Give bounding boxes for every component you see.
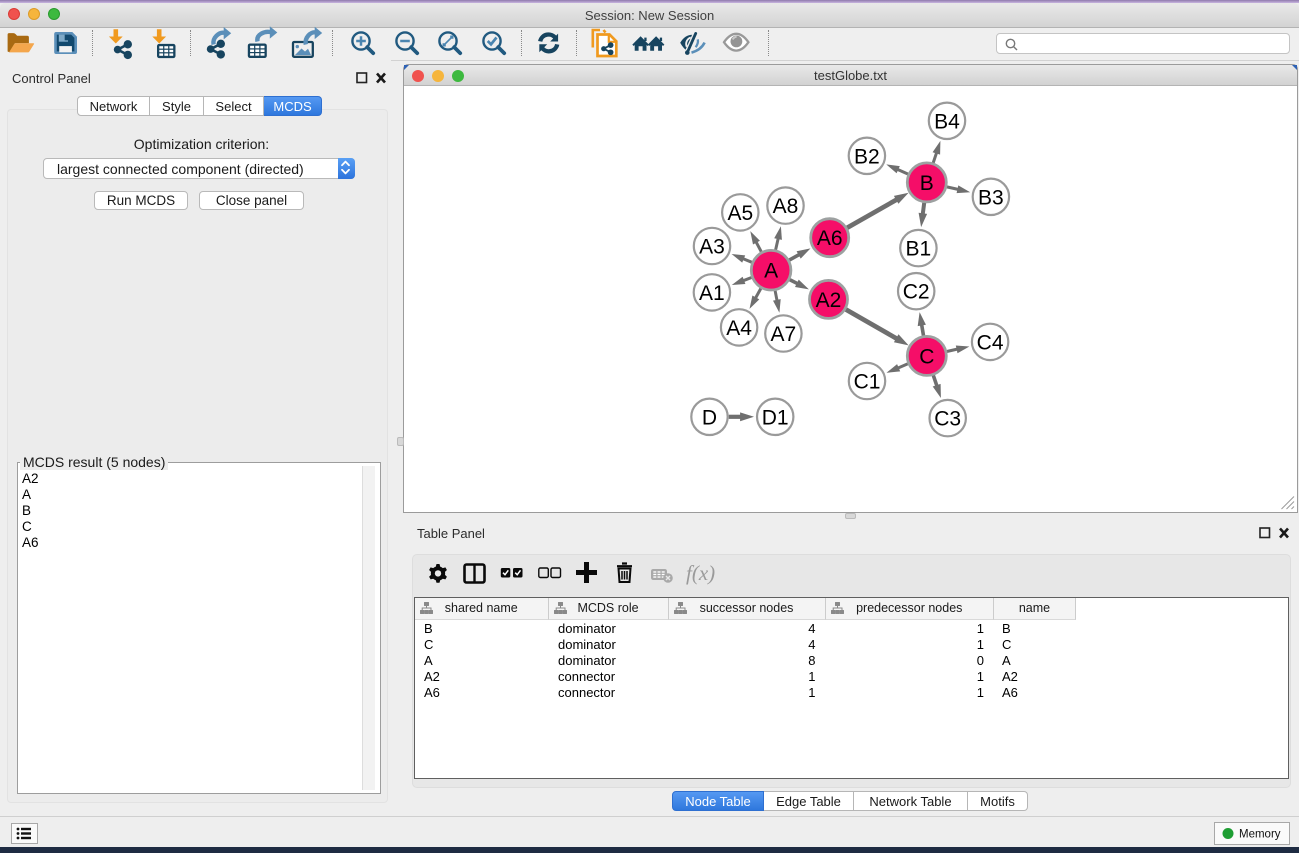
svg-text:A3: A3 <box>699 236 725 259</box>
svg-text:C4: C4 <box>977 331 1004 354</box>
svg-text:A: A <box>764 260 778 283</box>
svg-text:B2: B2 <box>854 145 880 168</box>
svg-text:B: B <box>920 172 934 195</box>
svg-text:A6: A6 <box>817 227 843 250</box>
svg-text:A7: A7 <box>771 323 797 346</box>
svg-text:A1: A1 <box>699 282 725 305</box>
svg-text:D: D <box>702 406 717 429</box>
svg-text:A4: A4 <box>726 317 752 340</box>
svg-text:C2: C2 <box>903 281 930 304</box>
svg-text:B4: B4 <box>934 110 960 133</box>
svg-text:A2: A2 <box>816 289 842 312</box>
svg-text:A5: A5 <box>727 202 753 225</box>
svg-text:A8: A8 <box>773 195 799 218</box>
svg-text:Memory: Memory <box>1239 829 1281 841</box>
svg-text:B3: B3 <box>978 186 1004 209</box>
svg-text:C1: C1 <box>854 371 881 394</box>
svg-text:C3: C3 <box>934 408 961 431</box>
svg-text:C: C <box>919 345 934 368</box>
svg-text:D1: D1 <box>762 406 789 429</box>
svg-text:B1: B1 <box>906 238 932 261</box>
